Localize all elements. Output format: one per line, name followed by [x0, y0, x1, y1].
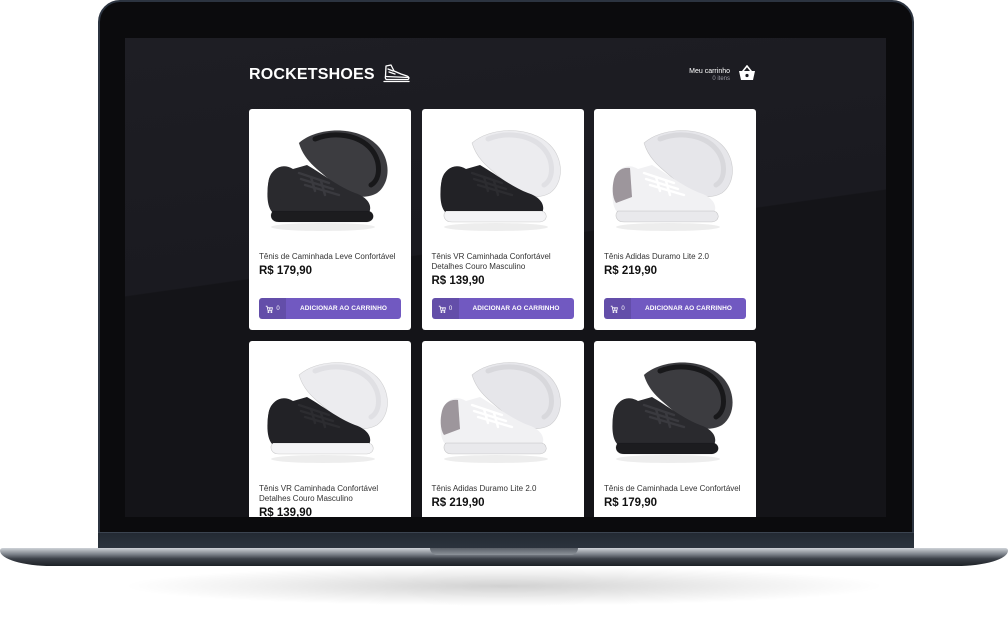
add-to-cart-label: ADICIONAR AO CARRINHO	[644, 305, 733, 312]
product-price: R$ 179,90	[259, 265, 313, 277]
product-title: Tênis de Caminhada Leve Confortável	[604, 484, 741, 493]
cart-quantity: 0	[431, 298, 459, 319]
product-image[interactable]	[259, 121, 401, 239]
add-to-cart-icon	[611, 305, 619, 313]
product-image[interactable]	[604, 353, 746, 471]
sneaker-illustration	[439, 362, 561, 463]
product-title: Tênis VR Caminhada Confortável Detalhes …	[431, 252, 551, 271]
add-to-cart-icon	[438, 305, 446, 313]
product-card: Tênis de Caminhada Leve Confortável R$ 1…	[249, 109, 411, 330]
laptop-mockup: ROCKETSHOES Meu carrinho 0 itens Tênis d…	[0, 0, 1008, 623]
app-header: ROCKETSHOES Meu carrinho 0 itens	[249, 60, 756, 90]
product-card: Tênis de Caminhada Leve Confortável R$ 1…	[594, 341, 756, 517]
product-price: R$ 219,90	[431, 497, 485, 509]
cart-quantity: 0	[259, 298, 286, 319]
product-image[interactable]	[604, 121, 746, 239]
product-image[interactable]	[259, 353, 401, 471]
product-price: R$ 139,90	[259, 507, 313, 517]
product-price: R$ 139,90	[431, 275, 485, 287]
product-card: Tênis VR Caminhada Confortável Detalhes …	[249, 341, 411, 517]
laptop-shadow	[120, 566, 888, 606]
sneaker-illustration	[612, 130, 733, 231]
add-to-cart-button[interactable]: 0 ADICIONAR AO CARRINHO	[604, 298, 746, 319]
add-to-cart-button[interactable]: 0 ADICIONAR AO CARRINHO	[259, 298, 401, 319]
cart-quantity: 0	[604, 298, 631, 319]
shoe-icon	[383, 63, 411, 88]
product-image[interactable]	[432, 353, 574, 471]
product-title: Tênis Adidas Duramo Lite 2.0	[604, 252, 709, 261]
sneaker-illustration	[439, 130, 561, 231]
product-title: Tênis VR Caminhada Confortável Detalhes …	[259, 484, 379, 503]
quantity-value: 0	[276, 305, 280, 312]
cart-link[interactable]: Meu carrinho 0 itens	[689, 64, 756, 86]
product-grid: Tênis de Caminhada Leve Confortável R$ 1…	[249, 109, 756, 517]
product-price: R$ 219,90	[604, 265, 658, 277]
product-title: Tênis Adidas Duramo Lite 2.0	[431, 484, 537, 493]
product-title: Tênis de Caminhada Leve Confortável	[259, 252, 396, 261]
product-image[interactable]	[432, 121, 574, 239]
add-to-cart-label: ADICIONAR AO CARRINHO	[299, 305, 388, 312]
cart-title: Meu carrinho	[689, 67, 730, 75]
shopping-basket-icon	[738, 64, 756, 86]
quantity-value: 0	[448, 305, 453, 312]
product-card: Tênis Adidas Duramo Lite 2.0 R$ 219,90	[421, 341, 584, 517]
quantity-value: 0	[621, 305, 625, 312]
add-to-cart-label: ADICIONAR AO CARRINHO	[472, 305, 560, 312]
add-to-cart-button[interactable]: 0 ADICIONAR AO CARRINHO	[431, 298, 574, 319]
sneaker-illustration	[267, 362, 388, 463]
sneaker-illustration	[267, 130, 388, 231]
product-card: Tênis VR Caminhada Confortável Detalhes …	[421, 109, 584, 330]
cart-count: 0 itens	[712, 75, 730, 82]
logo[interactable]: ROCKETSHOES	[249, 63, 411, 88]
product-price: R$ 179,90	[604, 497, 658, 509]
product-card: Tênis Adidas Duramo Lite 2.0 R$ 219,90 0…	[594, 109, 756, 330]
laptop-notch	[430, 548, 578, 555]
app-screen: ROCKETSHOES Meu carrinho 0 itens Tênis d…	[125, 38, 886, 517]
add-to-cart-icon	[266, 305, 274, 313]
sneaker-illustration	[612, 362, 733, 463]
logo-text: ROCKETSHOES	[249, 66, 375, 83]
